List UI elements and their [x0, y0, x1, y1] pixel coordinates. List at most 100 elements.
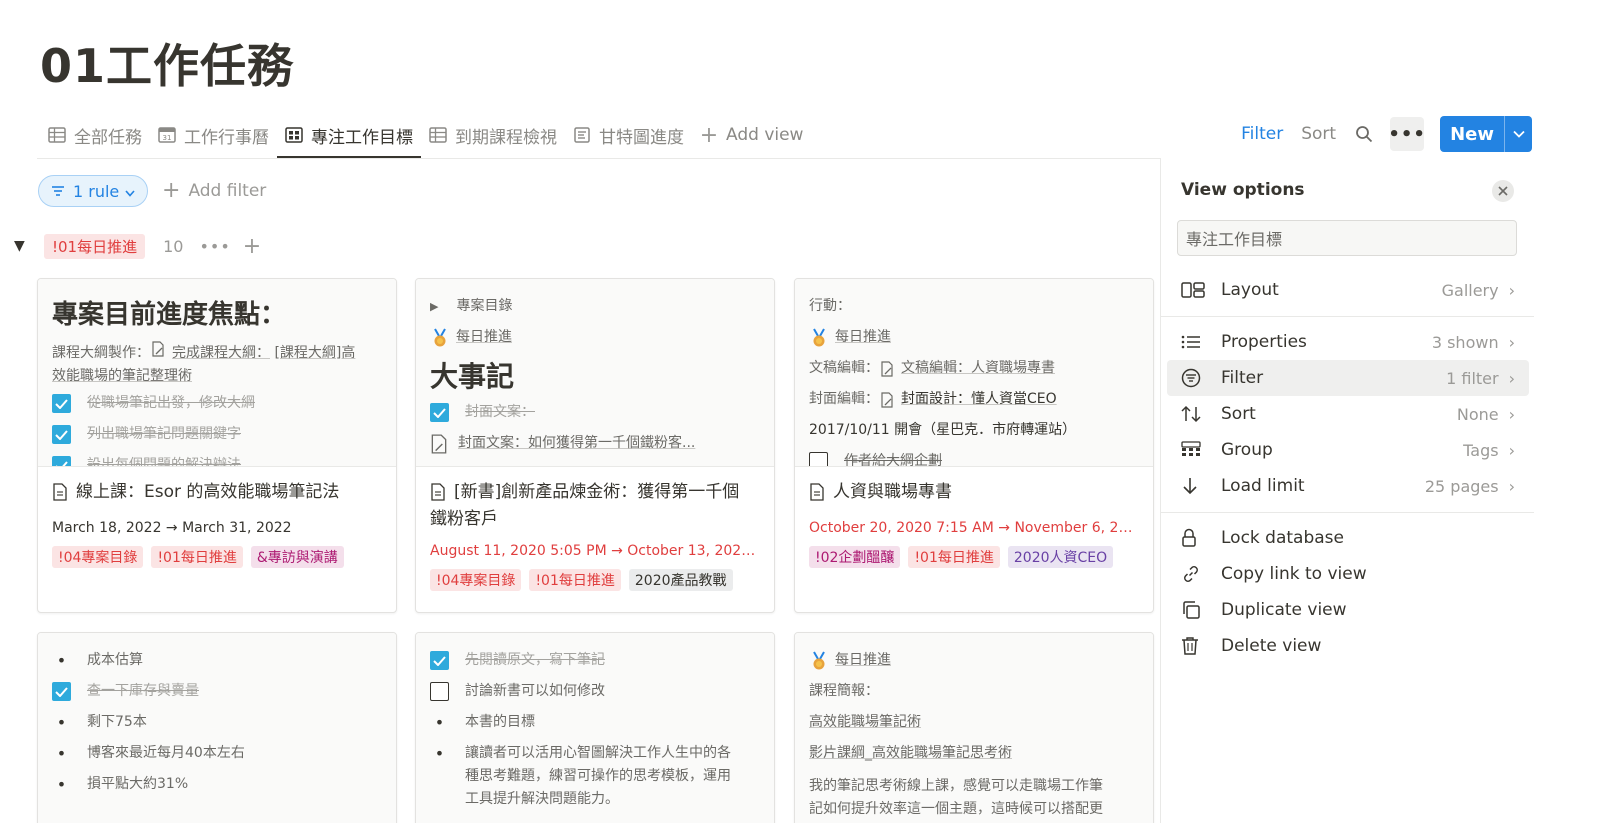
bullet-icon: •	[56, 775, 67, 794]
group-more-icon[interactable]: •••	[199, 237, 230, 256]
card-preview: • 成本估算 查一下庫存與賣量 • 剩下75本 • 博客來最近每月40本左右 • 損平點…	[38, 633, 396, 823]
tab-due-courses[interactable]: 到期課程檢視	[421, 112, 565, 158]
card-title[interactable]: 人資與職場專書	[809, 479, 1139, 510]
bullet-icon: •	[434, 744, 445, 763]
preview-heading: 大事記	[430, 360, 515, 393]
load-limit-option[interactable]: Load limit 25 pages ›	[1167, 468, 1529, 504]
card-preview: 專案目前進度焦點： 課程大綱製作： 完成課程大綱： [課程大綱]高 效能職場的筆記…	[38, 279, 396, 467]
checkbox-checked-icon[interactable]	[52, 456, 71, 466]
option-value: None	[1456, 404, 1499, 424]
preview-intro-rest[interactable]: [課程大綱]高	[274, 345, 355, 361]
card-preview: 先閱讀原文，寫下筆記 討論新書可以如何修改 • 本書的目標 • 讓讀者可以活用心智圖…	[416, 633, 774, 823]
gallery-card[interactable]: 行動： 每日推進 文稿編輯： 文稿編輯：人資職場專書 封面編輯： 封面設計：懂人資當…	[794, 278, 1154, 613]
checkbox-unchecked-icon[interactable]	[809, 452, 828, 466]
add-filter-button[interactable]: + Add filter	[162, 178, 266, 203]
checkbox-checked-icon[interactable]	[52, 425, 71, 444]
gallery-card[interactable]: 每日推進 課程簡報： 高效能職場筆記術 影片課綱_高效能職場筆記思考術 我的筆記…	[794, 632, 1154, 823]
card-title[interactable]: 線上課：Esor 的高效能職場筆記法	[52, 479, 382, 510]
preview-text: 行動：	[809, 298, 851, 314]
page-link[interactable]: 每日推進	[809, 645, 1139, 676]
chevron-down-icon[interactable]	[1504, 116, 1532, 152]
preview-intro-line2[interactable]: 效能職場的筆記整理術	[52, 368, 192, 384]
tag: 2020人資CEO	[1007, 546, 1114, 568]
view-name-input[interactable]	[1177, 220, 1517, 256]
gallery-card[interactable]: 先閱讀原文，寫下筆記 討論新書可以如何修改 • 本書的目標 • 讓讀者可以活用心智圖…	[415, 632, 775, 823]
gallery-icon	[285, 127, 303, 143]
tab-label: 全部任務	[74, 127, 142, 148]
page-link-text[interactable]: 文稿編輯：人資職場專書	[901, 353, 1055, 384]
layout-option[interactable]: Layout Gallery ›	[1167, 272, 1529, 308]
preview-text: 課程大綱製作： 完成課程大綱： [課程大綱]高 效能職場的筆記整理術	[52, 341, 382, 388]
view-tabs: 全部任務 31 工作行事曆 專注工作目標 到期課程檢視 甘特圖進度 + Add …	[40, 112, 811, 158]
tab-all-tasks[interactable]: 全部任務	[40, 112, 150, 158]
add-view-button[interactable]: + Add view	[692, 112, 811, 158]
bullet-text: 讓讀者可以活用心智圖解決工作人生中的各 種思考難題，練習可操作的思考模板，運用 工具…	[465, 742, 731, 811]
delete-view-option[interactable]: Delete view	[1167, 628, 1529, 664]
filter-circle-icon	[1181, 367, 1207, 389]
tab-work-calendar[interactable]: 31 工作行事曆	[150, 112, 277, 158]
filter-button[interactable]: Filter	[1241, 124, 1283, 144]
layout-icon	[1181, 279, 1207, 301]
table-icon	[48, 127, 66, 143]
toggle-triangle-icon[interactable]: ▶	[430, 291, 438, 322]
bullet-item: • 博客來最近每月40本左右	[52, 738, 382, 769]
link-icon	[1181, 563, 1207, 585]
view-toolbar: Filter Sort ••• New	[1223, 116, 1532, 152]
bullet-text: 成本估算	[87, 652, 143, 668]
gallery-card[interactable]: 專案目前進度焦點： 課程大綱製作： 完成課程大綱： [課程大綱]高 效能職場的筆記…	[37, 278, 397, 613]
medal-icon	[430, 328, 450, 348]
page-link[interactable]: 每日推進	[809, 322, 1139, 353]
card-date: March 18, 2022 → March 31, 2022	[52, 520, 292, 536]
view-options-panel: View options Layout Gallery › Properties…	[1160, 158, 1534, 823]
preview-intro-link[interactable]: 完成課程大綱：	[172, 345, 270, 361]
close-icon[interactable]	[1492, 180, 1514, 202]
lock-database-option[interactable]: Lock database	[1167, 520, 1529, 556]
sort-button[interactable]: Sort	[1301, 124, 1336, 144]
gallery-card[interactable]: • 成本估算 查一下庫存與賣量 • 剩下75本 • 博客來最近每月40本左右 • 損平點…	[37, 632, 397, 823]
filter-option[interactable]: Filter 1 filter ›	[1167, 360, 1529, 396]
sort-option[interactable]: Sort None ›	[1167, 396, 1529, 432]
chevron-right-icon: ›	[1508, 332, 1515, 352]
card-date: August 11, 2020 5:05 PM → October 13, 20…	[430, 543, 760, 559]
tab-focus-goals[interactable]: 專注工作目標	[277, 112, 421, 158]
chevron-right-icon: ›	[1508, 440, 1515, 460]
card-title[interactable]: [新書]創新產品煉金術：獲得第一千個 鐵粉客戶	[430, 479, 760, 533]
page-link-text: 封面文案：如何獲得第一千個鐵粉客...	[458, 435, 696, 451]
checkbox-checked-icon[interactable]	[430, 403, 449, 422]
copy-link-option[interactable]: Copy link to view	[1167, 556, 1529, 592]
chevron-right-icon: ›	[1508, 476, 1515, 496]
group-add-icon[interactable]: +	[243, 234, 261, 259]
page-link-text[interactable]: 封面設計：懂人資當CEO	[901, 384, 1057, 415]
chevron-right-icon: ›	[1508, 280, 1515, 300]
page-link[interactable]: 每日推進	[430, 322, 760, 353]
panel-title: View options	[1181, 180, 1305, 200]
add-view-label: Add view	[726, 125, 804, 145]
page-link-icon	[879, 391, 895, 408]
option-value: 1 filter	[1446, 368, 1499, 388]
new-button[interactable]: New	[1440, 116, 1504, 152]
checkbox-checked-icon[interactable]	[430, 651, 449, 670]
tab-label: 工作行事曆	[184, 127, 269, 148]
tag: !04專案目錄	[430, 569, 522, 591]
search-icon[interactable]	[1354, 124, 1374, 144]
preview-link[interactable]: 影片課綱_高效能職場筆記思考術	[809, 738, 1139, 769]
duplicate-view-option[interactable]: Duplicate view	[1167, 592, 1529, 628]
filter-rule-chip[interactable]: 1 rule	[38, 175, 149, 207]
group-toggle-triangle-icon[interactable]: ▼	[14, 238, 36, 254]
divider	[1161, 512, 1534, 513]
group-option[interactable]: Group Tags ›	[1167, 432, 1529, 468]
more-options-button[interactable]: •••	[1388, 117, 1425, 151]
checkbox-unchecked-icon[interactable]	[430, 682, 449, 701]
preview-prefix: 文稿編輯：	[809, 360, 879, 376]
page-link[interactable]: 封面文案：如何獲得第一千個鐵粉客...	[430, 428, 760, 459]
group-tag: !01每日推進	[44, 233, 146, 259]
preview-link[interactable]: 高效能職場筆記術	[809, 707, 1139, 738]
gallery-card[interactable]: ▶ 專案目錄 每日推進 大事記 封面文案： 封面文案：如何獲得第一千個鐵粉客...…	[415, 278, 775, 613]
checkbox-checked-icon[interactable]	[52, 682, 71, 701]
checkbox-checked-icon[interactable]	[52, 394, 71, 413]
properties-option[interactable]: Properties 3 shown ›	[1167, 324, 1529, 360]
card-title-text: 人資與職場專書	[833, 482, 952, 502]
tab-gantt[interactable]: 甘特圖進度	[565, 112, 692, 158]
tag: 2020產品教戰	[628, 569, 733, 591]
card-preview: 行動： 每日推進 文稿編輯： 文稿編輯：人資職場專書 封面編輯： 封面設計：懂人資當…	[795, 279, 1153, 467]
